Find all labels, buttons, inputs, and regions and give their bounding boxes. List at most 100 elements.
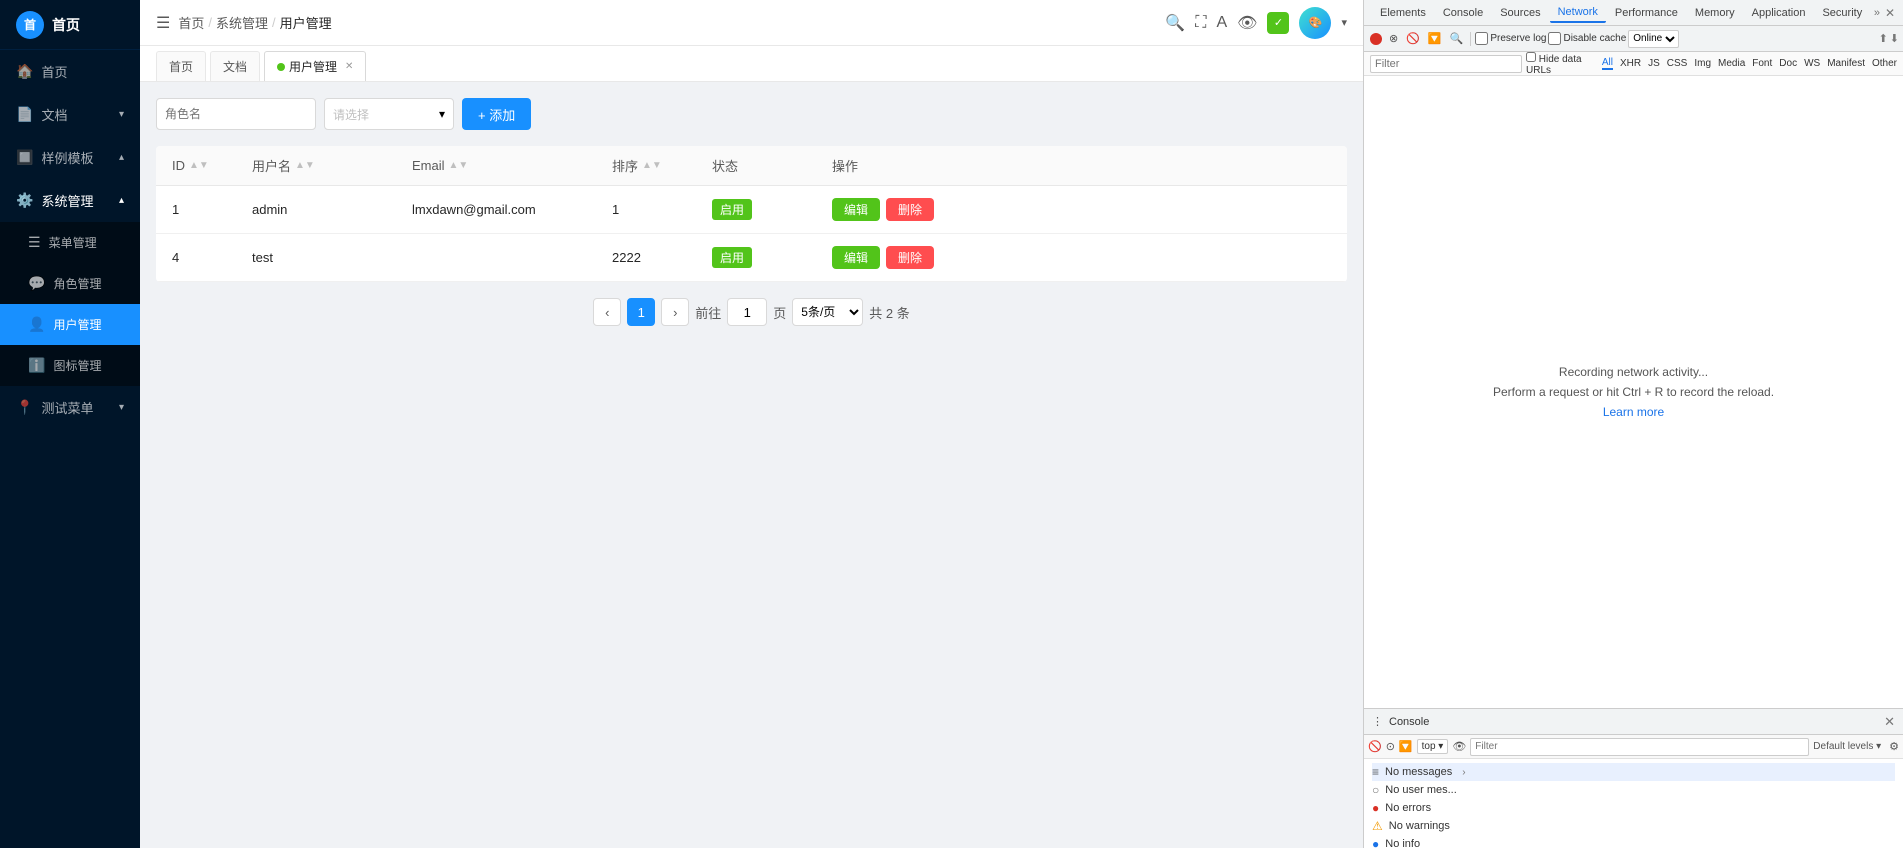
font-icon[interactable]: A — [1216, 14, 1227, 32]
devtools-tab-console[interactable]: Console — [1435, 4, 1491, 22]
add-button[interactable]: + 添加 — [462, 98, 531, 130]
disable-cache-label[interactable]: Disable cache — [1548, 32, 1626, 45]
hide-data-urls-label[interactable]: Hide data URLs — [1526, 52, 1594, 76]
search-icon[interactable]: 🔍 — [1165, 13, 1185, 33]
console-item-info[interactable]: ● No info — [1372, 835, 1895, 848]
delete-button-1[interactable]: 删除 — [886, 198, 934, 221]
console-settings-icon[interactable]: ⚙ — [1889, 740, 1899, 753]
sidebar-item-test-menu[interactable]: 📍 测试菜单 ▾ — [0, 386, 140, 429]
network-learn-more-link[interactable]: Learn more — [1603, 405, 1664, 419]
console-item-user[interactable]: ○ No user mes... — [1372, 781, 1895, 799]
sidebar-item-docs[interactable]: 📄 文档 ▾ — [0, 93, 140, 136]
console-filter-icon[interactable]: 🔽 — [1399, 740, 1413, 753]
filter-ws[interactable]: WS — [1804, 58, 1820, 69]
avatar-dropdown-icon[interactable]: ▾ — [1341, 16, 1347, 29]
filter-manifest[interactable]: Manifest — [1827, 58, 1865, 69]
filter-js[interactable]: JS — [1648, 58, 1660, 69]
sidebar-item-templates[interactable]: 🔲 样例模板 ▴ — [0, 136, 140, 179]
devtools-tab-security[interactable]: Security — [1814, 4, 1870, 22]
stop-button[interactable]: ⊗ — [1386, 31, 1401, 46]
devtools-tab-memory[interactable]: Memory — [1687, 4, 1743, 22]
network-throttle-select[interactable]: Online — [1628, 30, 1679, 48]
sidebar-item-user-mgmt[interactable]: 👤 用户管理 — [0, 304, 140, 345]
clear-button[interactable]: 🚫 — [1403, 31, 1423, 46]
import-icon[interactable]: ⬆ — [1879, 32, 1888, 45]
preserve-log-label[interactable]: Preserve log — [1475, 32, 1546, 45]
sort-order-icon[interactable]: ▲▼ — [642, 161, 662, 171]
filter-font[interactable]: Font — [1752, 58, 1772, 69]
templates-icon: 🔲 — [16, 149, 33, 166]
console-default-levels[interactable]: Default levels ▾ — [1813, 741, 1881, 752]
network-filter-input[interactable] — [1370, 55, 1522, 73]
console-item-warnings[interactable]: ⚠ No warnings — [1372, 817, 1895, 835]
status-select[interactable]: 请选择 ▾ — [324, 98, 454, 130]
goto-page-input[interactable] — [727, 298, 767, 326]
prev-page-button[interactable]: ‹ — [593, 298, 621, 326]
tab-user-mgmt[interactable]: 用户管理 ✕ — [264, 51, 366, 81]
tab-active-dot — [277, 63, 285, 71]
devtools-tab-network[interactable]: Network — [1550, 3, 1606, 23]
sidebar-item-menu-mgmt[interactable]: ☰ 菜单管理 — [0, 222, 140, 263]
devtools-more-tabs[interactable]: » — [1874, 7, 1880, 19]
sidebar-item-home[interactable]: 🏠 首页 — [0, 50, 140, 93]
cell-email-1: lmxdawn@gmail.com — [412, 202, 612, 217]
console-item-errors[interactable]: ● No errors — [1372, 799, 1895, 817]
export-icon[interactable]: ⬇ — [1890, 32, 1899, 45]
filter-css[interactable]: CSS — [1667, 58, 1688, 69]
tab-docs[interactable]: 文档 — [210, 51, 260, 81]
next-page-button[interactable]: › — [661, 298, 689, 326]
filter-all[interactable]: All — [1602, 57, 1613, 70]
filter-toggle[interactable]: 🔽 — [1425, 31, 1445, 46]
devtools-tab-application[interactable]: Application — [1744, 4, 1814, 22]
tab-home[interactable]: 首页 — [156, 51, 206, 81]
filter-xhr[interactable]: XHR — [1620, 58, 1641, 69]
sort-id-icon[interactable]: ▲▼ — [189, 161, 209, 171]
messages-icon: ≡ — [1372, 765, 1379, 779]
devtools-tab-performance[interactable]: Performance — [1607, 4, 1686, 22]
filter-media[interactable]: Media — [1718, 58, 1745, 69]
sort-username-icon[interactable]: ▲▼ — [295, 161, 315, 171]
breadcrumb-home[interactable]: 首页 — [178, 13, 204, 32]
home-icon: 🏠 — [16, 63, 33, 80]
sidebar-item-sysadmin[interactable]: ⚙️ 系统管理 ▴ — [0, 179, 140, 222]
hide-data-urls-checkbox[interactable] — [1526, 52, 1536, 62]
devtools-close-icon[interactable]: ✕ — [1885, 6, 1895, 20]
role-name-input[interactable] — [156, 98, 316, 130]
console-close-button[interactable]: ✕ — [1884, 714, 1895, 730]
edit-button-1[interactable]: 编辑 — [832, 198, 880, 221]
sidebar-logo: 首 首页 — [0, 0, 140, 50]
filter-doc[interactable]: Doc — [1779, 58, 1797, 69]
filter-other[interactable]: Other — [1872, 58, 1897, 69]
devtools-tab-sources[interactable]: Sources — [1492, 4, 1548, 22]
console-item-messages[interactable]: ≡ No messages › — [1372, 763, 1895, 781]
expand-messages-icon[interactable]: › — [1462, 767, 1465, 778]
sidebar-item-icon-mgmt[interactable]: ℹ️ 图标管理 — [0, 345, 140, 386]
menu-toggle-button[interactable]: ☰ — [156, 13, 170, 33]
console-record-icon[interactable]: ⊙ — [1386, 740, 1395, 753]
edit-button-2[interactable]: 编辑 — [832, 246, 880, 269]
expand-icon[interactable]: ⛶ — [1195, 14, 1206, 32]
search-network-icon[interactable]: 🔍 — [1447, 31, 1467, 46]
delete-button-2[interactable]: 删除 — [886, 246, 934, 269]
sort-email-icon[interactable]: ▲▼ — [449, 161, 469, 171]
tab-close-icon[interactable]: ✕ — [345, 61, 353, 72]
cell-status-2: 启用 — [712, 247, 832, 268]
breadcrumb-current: 用户管理 — [280, 13, 332, 32]
console-eye-icon[interactable]: 👁 — [1452, 740, 1466, 753]
disable-cache-checkbox[interactable] — [1548, 32, 1561, 45]
sidebar-item-role-mgmt[interactable]: 💬 角色管理 — [0, 263, 140, 304]
console-top-select[interactable]: top ▾ — [1417, 739, 1449, 754]
devtools-tab-elements[interactable]: Elements — [1372, 4, 1434, 22]
breadcrumb-sysadmin[interactable]: 系统管理 — [216, 13, 268, 32]
preserve-log-checkbox[interactable] — [1475, 32, 1488, 45]
console-options-icon[interactable]: ⋮ — [1372, 715, 1383, 728]
per-page-select[interactable]: 5条/页 10条/页 20条/页 — [792, 298, 863, 326]
record-button[interactable] — [1370, 33, 1382, 45]
avatar[interactable]: 🎨 — [1299, 7, 1331, 39]
eye-icon[interactable]: 👁 — [1237, 13, 1257, 33]
page-1-button[interactable]: 1 — [627, 298, 655, 326]
filter-img[interactable]: Img — [1694, 58, 1711, 69]
console-filter-input[interactable] — [1470, 738, 1809, 756]
console-clear-icon[interactable]: 🚫 — [1368, 740, 1382, 753]
down-icon[interactable]: ✓ — [1267, 12, 1289, 34]
